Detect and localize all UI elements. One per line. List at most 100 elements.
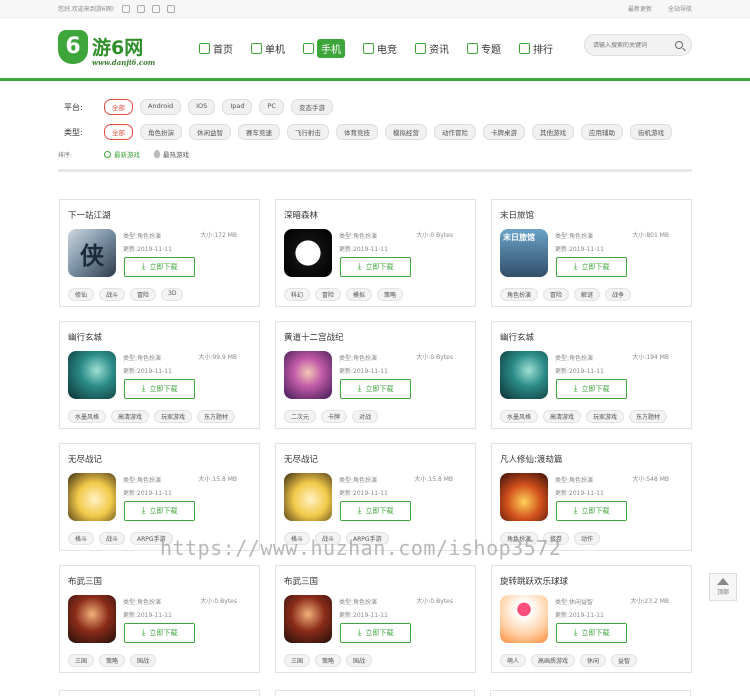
game-tag[interactable]: 动作 bbox=[574, 532, 601, 545]
download-button[interactable]: ⤓ 立即下载 bbox=[556, 379, 627, 399]
nav-item-5[interactable]: 专题 bbox=[458, 39, 510, 58]
game-tag[interactable]: 三国 bbox=[68, 654, 95, 667]
game-thumbnail[interactable] bbox=[68, 351, 116, 399]
game-title[interactable]: 幽行玄城 bbox=[500, 331, 534, 343]
game-title[interactable]: 旋转跳跃欢乐球球 bbox=[500, 575, 568, 587]
game-tag[interactable]: 战斗 bbox=[99, 288, 126, 301]
site-nav-link[interactable]: 全站导航 bbox=[668, 4, 692, 13]
sort-hottest[interactable]: 最热游戏 bbox=[154, 149, 189, 159]
game-tag[interactable]: 角色扮演 bbox=[500, 288, 539, 301]
game-card[interactable]: 无尽战记 类型:角色扮演 更新:2019-11-11 大小:15.8 MB ⤓ … bbox=[59, 443, 260, 551]
download-button[interactable]: ⤓ 立即下载 bbox=[124, 257, 195, 277]
type-chip[interactable]: 飞行射击 bbox=[287, 124, 329, 140]
game-title[interactable]: 布武三国 bbox=[68, 575, 102, 587]
nav-item-2[interactable]: 手机 bbox=[294, 37, 354, 60]
download-button[interactable]: ⤓ 立即下载 bbox=[340, 501, 411, 521]
game-title[interactable]: 无尽战记 bbox=[284, 453, 318, 465]
game-tag[interactable]: 三国 bbox=[284, 654, 311, 667]
type-chip[interactable]: 动作冒险 bbox=[434, 124, 476, 140]
game-title[interactable]: 末日旅馆 bbox=[500, 209, 534, 221]
game-card[interactable]: 旋转跳跃欢乐球球 类型:休闲益智 更新:2019-11-11 大小:23.2 M… bbox=[491, 565, 692, 673]
type-chip[interactable]: 应用辅助 bbox=[581, 124, 623, 140]
nav-item-4[interactable]: 资讯 bbox=[406, 39, 458, 58]
game-thumbnail[interactable] bbox=[500, 595, 548, 643]
game-tag[interactable]: 休闲 bbox=[580, 654, 607, 667]
game-card[interactable]: 布武三国 类型:角色扮演 更新:2019-11-11 大小:0 Bytes ⤓ … bbox=[59, 565, 260, 673]
game-card[interactable]: 凡人修仙:渡劫篇 类型:角色扮演 更新:2019-11-11 大小:548 MB… bbox=[491, 443, 692, 551]
nav-item-0[interactable]: 首页 bbox=[190, 39, 242, 58]
back-to-top-button[interactable]: 顶部 bbox=[709, 573, 737, 601]
game-tag[interactable]: 萌人 bbox=[500, 654, 527, 667]
weibo-icon[interactable] bbox=[122, 4, 131, 13]
game-tag[interactable]: 玩家游戏 bbox=[154, 410, 193, 423]
type-chip[interactable]: 街机游戏 bbox=[630, 124, 672, 140]
game-thumbnail[interactable] bbox=[500, 351, 548, 399]
mobile-icon[interactable] bbox=[152, 4, 161, 13]
platform-chip[interactable]: Android bbox=[140, 99, 182, 115]
game-thumbnail[interactable] bbox=[284, 595, 332, 643]
sort-newest[interactable]: 最新游戏 bbox=[104, 149, 140, 159]
game-tag[interactable]: 模拟 bbox=[346, 288, 373, 301]
site-logo[interactable]: 6 游6网 www.danji6.com bbox=[58, 29, 186, 67]
game-thumbnail[interactable] bbox=[500, 473, 548, 521]
platform-chip[interactable]: 变态手游 bbox=[290, 99, 333, 115]
download-button[interactable]: ⤓ 立即下载 bbox=[124, 379, 195, 399]
type-chip[interactable]: 休闲益智 bbox=[189, 124, 231, 140]
game-tag[interactable]: 玩家游戏 bbox=[586, 410, 625, 423]
nav-item-1[interactable]: 单机 bbox=[242, 39, 294, 58]
game-tag[interactable]: 对战 bbox=[352, 410, 379, 423]
game-title[interactable]: 凡人修仙:渡劫篇 bbox=[500, 453, 562, 465]
game-card[interactable]: 幽行玄城 类型:角色扮演 更新:2019-11-11 大小:99.9 MB ⤓ … bbox=[59, 321, 260, 429]
game-tag[interactable]: 东方题材 bbox=[629, 410, 668, 423]
type-chip[interactable]: 卡牌桌游 bbox=[483, 124, 525, 140]
type-chip[interactable]: 角色扮演 bbox=[140, 124, 182, 140]
game-tag[interactable]: 东方题材 bbox=[197, 410, 236, 423]
game-card[interactable]: 幽行玄城 类型:角色扮演 更新:2019-11-11 大小:194 MB ⤓ 立… bbox=[491, 321, 692, 429]
type-chip[interactable]: 模拟经营 bbox=[385, 124, 427, 140]
game-card[interactable]: 无尽战记 类型:角色扮演 更新:2019-11-11 大小:15.8 MB ⤓ … bbox=[275, 443, 476, 551]
game-tag[interactable]: 格斗 bbox=[68, 532, 95, 545]
game-card[interactable]: 布武三国 类型:角色扮演 更新:2019-11-11 大小:0 Bytes ⤓ … bbox=[275, 565, 476, 673]
download-button[interactable]: ⤓ 立即下载 bbox=[556, 623, 627, 643]
game-tag[interactable]: 策略 bbox=[99, 654, 126, 667]
game-title[interactable]: 深暗森林 bbox=[284, 209, 318, 221]
search-icon[interactable] bbox=[675, 41, 683, 49]
game-tag[interactable]: 国战 bbox=[130, 654, 157, 667]
game-thumbnail[interactable] bbox=[68, 595, 116, 643]
game-tag[interactable]: 高清游戏 bbox=[111, 410, 150, 423]
game-tag[interactable]: 高清游戏 bbox=[543, 410, 582, 423]
game-title[interactable]: 布武三国 bbox=[284, 575, 318, 587]
game-tag[interactable]: 二次元 bbox=[284, 410, 317, 423]
platform-chip[interactable]: PC bbox=[259, 99, 284, 115]
game-title[interactable]: 下一站江湖 bbox=[68, 209, 111, 221]
game-thumbnail[interactable] bbox=[284, 351, 332, 399]
game-tag[interactable]: 高画质游戏 bbox=[531, 654, 576, 667]
android-icon[interactable] bbox=[167, 4, 176, 13]
platform-chip[interactable]: Ipad bbox=[222, 99, 253, 115]
download-button[interactable]: ⤓ 立即下载 bbox=[340, 623, 411, 643]
game-title[interactable]: 无尽战记 bbox=[68, 453, 102, 465]
nav-item-3[interactable]: 电竞 bbox=[354, 39, 406, 58]
download-button[interactable]: ⤓ 立即下载 bbox=[124, 623, 195, 643]
game-tag[interactable]: 国战 bbox=[346, 654, 373, 667]
game-title[interactable]: 黄道十二宫战纪 bbox=[284, 331, 344, 343]
game-thumbnail[interactable] bbox=[284, 473, 332, 521]
game-title[interactable]: 幽行玄城 bbox=[68, 331, 102, 343]
type-chip[interactable]: 体育竞技 bbox=[336, 124, 378, 140]
game-tag[interactable]: 卡牌 bbox=[321, 410, 348, 423]
type-chip[interactable]: 全部 bbox=[104, 124, 133, 140]
game-thumbnail[interactable]: 末日旅馆 bbox=[500, 229, 548, 277]
game-thumbnail[interactable] bbox=[284, 229, 332, 277]
latest-update-link[interactable]: 最新更新 bbox=[628, 4, 652, 13]
wechat-icon[interactable] bbox=[137, 4, 146, 13]
game-card[interactable]: 下一站江湖 侠 类型:角色扮演 更新:2019-11-11 大小:172 MB … bbox=[59, 199, 260, 307]
game-tag[interactable]: 解谜 bbox=[574, 288, 601, 301]
game-thumbnail[interactable] bbox=[68, 473, 116, 521]
download-button[interactable]: ⤓ 立即下载 bbox=[124, 501, 195, 521]
game-tag[interactable]: 策略 bbox=[377, 288, 404, 301]
game-card[interactable]: 黄道十二宫战纪 类型:角色扮演 更新:2019-11-11 大小:0 Bytes… bbox=[275, 321, 476, 429]
game-tag[interactable]: 修仙 bbox=[68, 288, 95, 301]
game-card[interactable]: 末日旅馆 末日旅馆 类型:角色扮演 更新:2019-11-11 大小:801 M… bbox=[491, 199, 692, 307]
game-tag[interactable]: 益智 bbox=[611, 654, 638, 667]
game-tag[interactable]: 战斗 bbox=[99, 532, 126, 545]
